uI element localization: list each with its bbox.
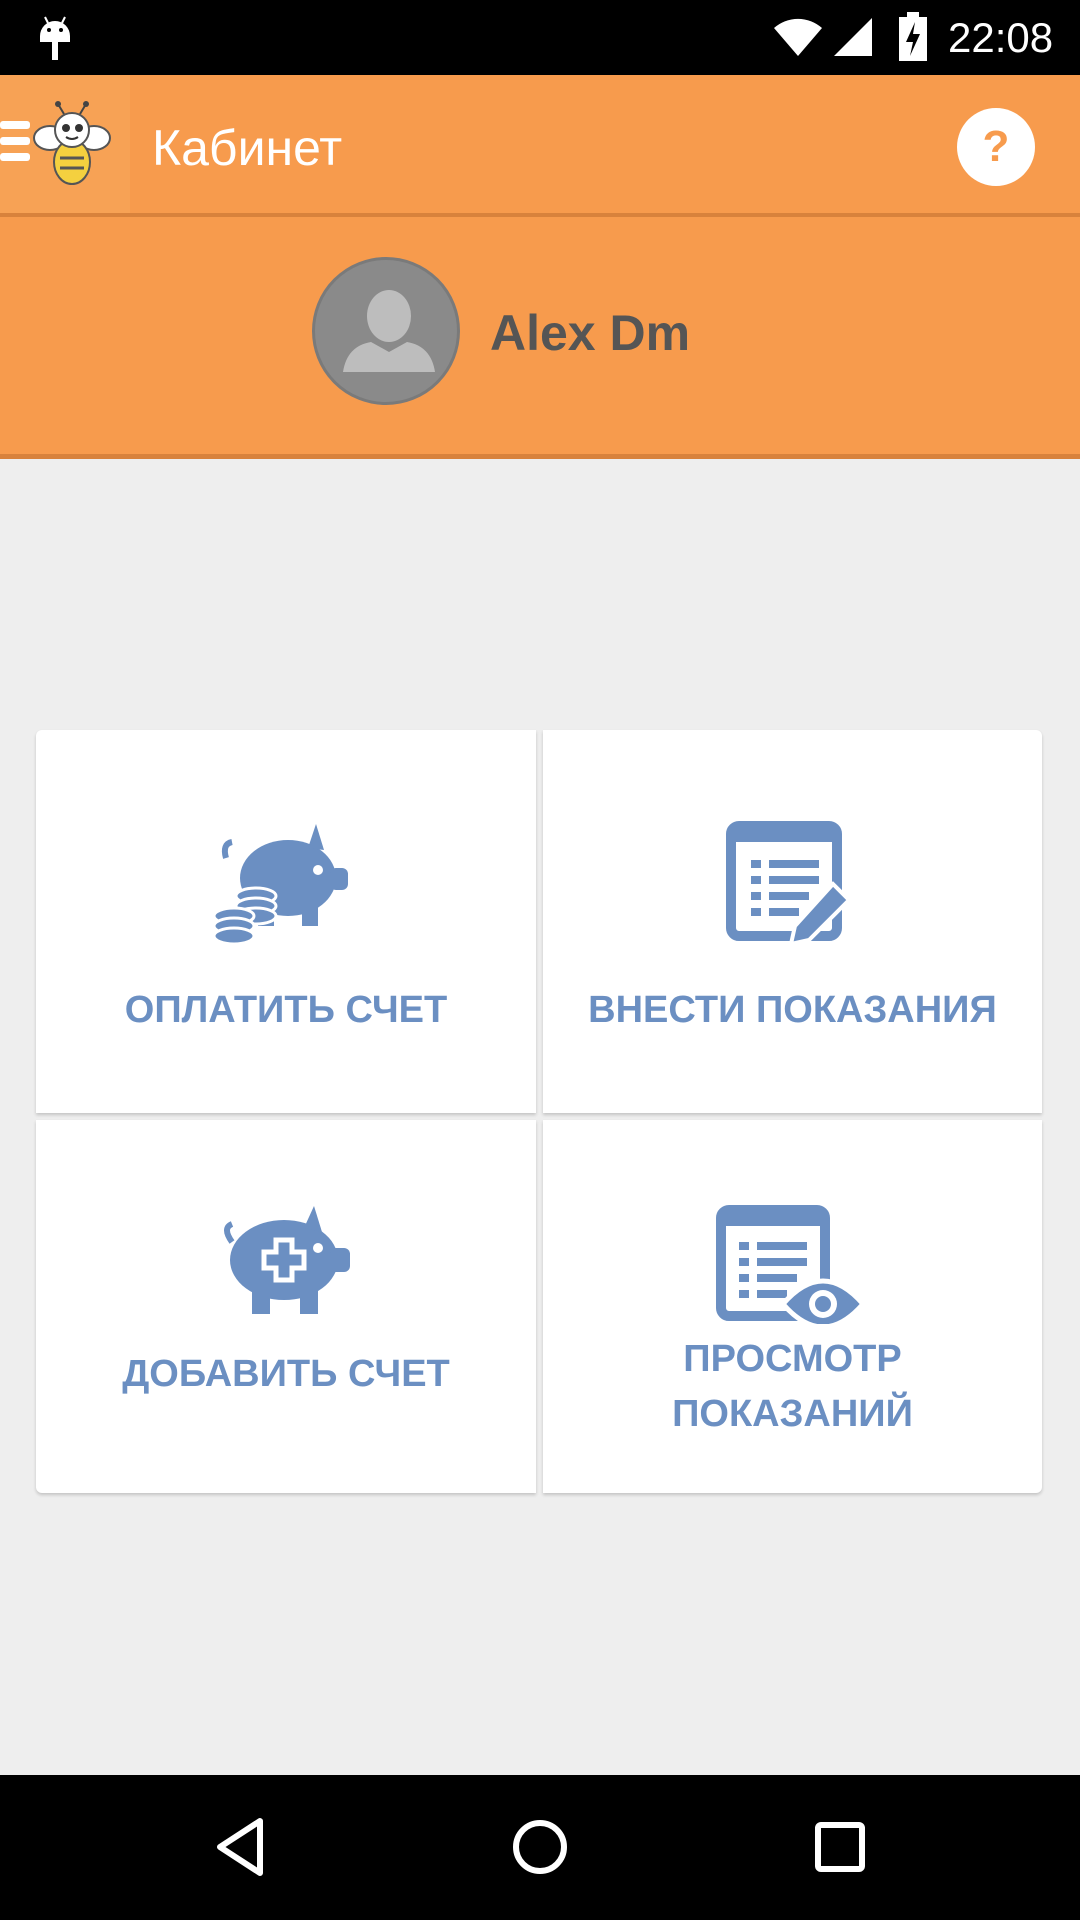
back-icon[interactable] xyxy=(206,1811,278,1883)
bee-logo-icon xyxy=(33,101,111,185)
status-bar: 22:08 xyxy=(0,0,1080,75)
status-clock: 22:08 xyxy=(948,14,1054,61)
pay-bill-label: ОПЛАТИТЬ СЧЕТ xyxy=(124,989,448,1031)
help-button[interactable]: ? xyxy=(957,108,1035,186)
menu-icon xyxy=(0,121,30,161)
view-readings-label: ПРОСМОТР ПОКАЗАНИЙ xyxy=(672,1338,913,1435)
android-debug-icon xyxy=(40,16,70,60)
avatar[interactable] xyxy=(312,257,460,405)
home-icon[interactable] xyxy=(504,1811,576,1883)
view-readings-tile[interactable]: ПРОСМОТР ПОКАЗАНИЙ xyxy=(543,1120,1042,1493)
add-bill-label: ДОБАВИТЬ СЧЕТ xyxy=(122,1353,450,1395)
help-icon: ? xyxy=(982,122,1010,171)
battery-charging-icon xyxy=(899,12,927,61)
system-nav-bar xyxy=(0,1775,1080,1920)
user-name: Alex Dm xyxy=(490,305,691,361)
action-grid: ОПЛАТИТЬ СЧЕТ ВНЕСТИ ПОКАЗАНИЯ ДОБАВИТЬ … xyxy=(36,730,1042,1493)
user-silhouette-icon xyxy=(343,290,435,372)
app-bar: Кабинет ? xyxy=(0,75,1080,217)
wifi-icon xyxy=(774,18,822,56)
add-bill-tile[interactable]: ДОБАВИТЬ СЧЕТ xyxy=(36,1120,536,1493)
enter-readings-label: ВНЕСТИ ПОКАЗАНИЯ xyxy=(588,989,997,1031)
pay-bill-tile[interactable]: ОПЛАТИТЬ СЧЕТ xyxy=(36,730,536,1113)
page-title: Кабинет xyxy=(152,120,343,176)
profile-header: Alex Dm xyxy=(0,217,1080,459)
drawer-toggle[interactable] xyxy=(0,75,130,213)
document-view-icon xyxy=(716,1205,867,1324)
document-edit-icon xyxy=(726,821,852,947)
recents-icon[interactable] xyxy=(804,1811,876,1883)
piggy-bank-add-icon xyxy=(224,1206,350,1314)
signal-icon xyxy=(834,18,872,56)
piggy-bank-coins-icon xyxy=(212,824,348,944)
enter-readings-tile[interactable]: ВНЕСТИ ПОКАЗАНИЯ xyxy=(543,730,1042,1113)
